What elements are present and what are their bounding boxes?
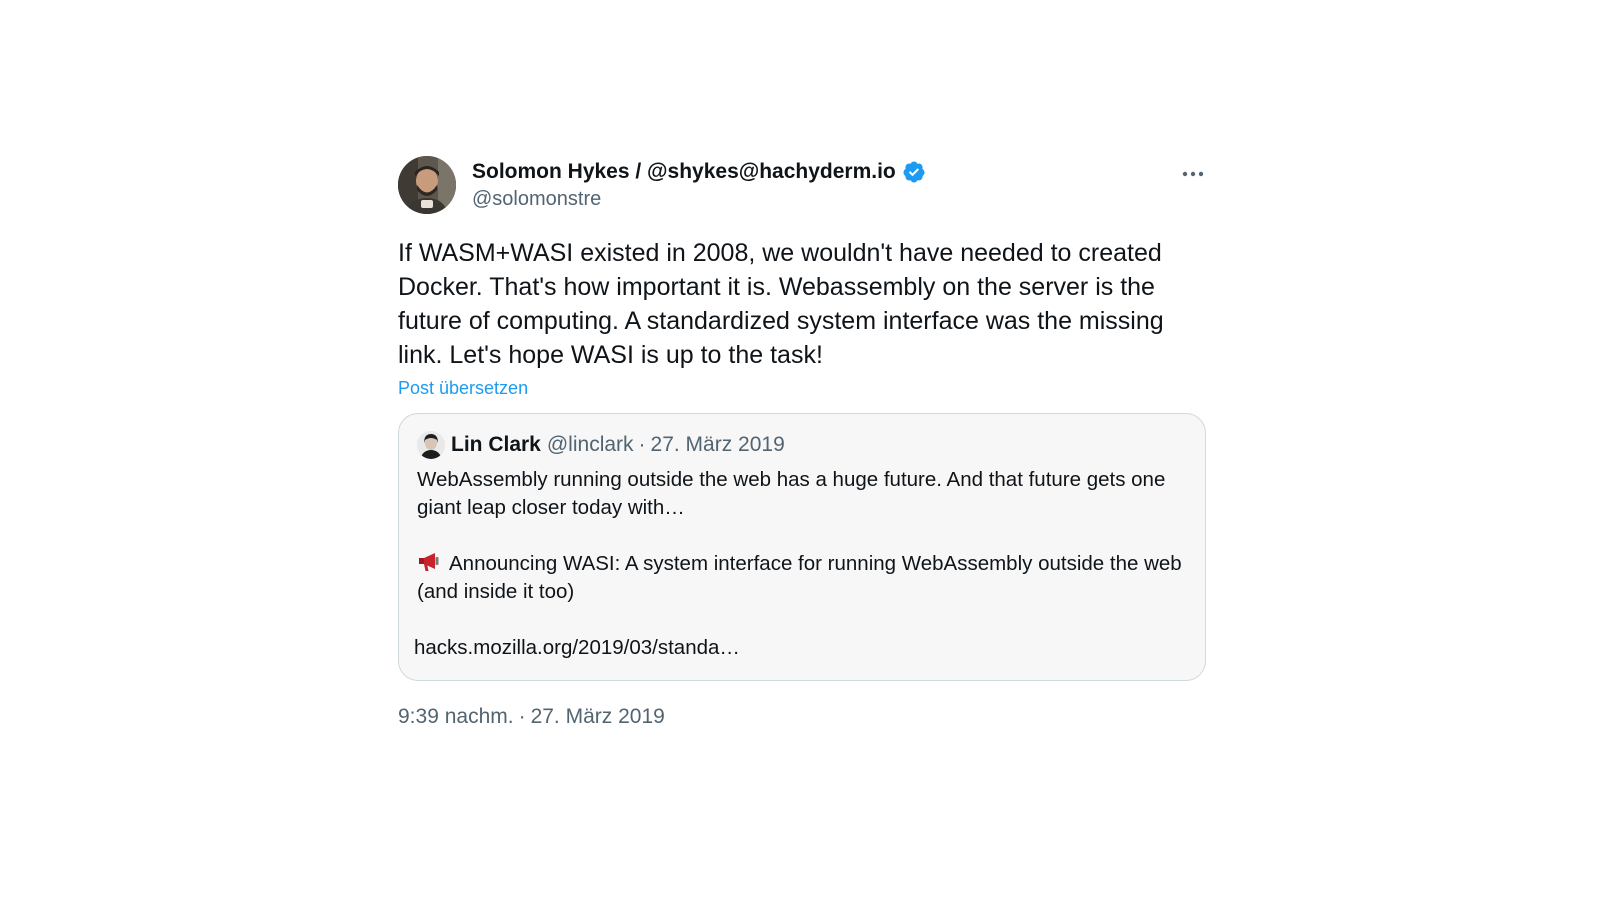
quoted-tweet-header: Lin Clark @linclark · 27. März 2019 xyxy=(417,430,1187,460)
author-display-name[interactable]: Solomon Hykes / @shykes@hachyderm.io xyxy=(472,160,896,184)
tweet-time[interactable]: 9:39 nachm. xyxy=(398,705,514,729)
tweet-header: Solomon Hykes / @shykes@hachyderm.io @so… xyxy=(398,156,1208,216)
quoted-separator: · xyxy=(638,433,646,456)
quoted-avatar-photo-icon xyxy=(417,431,445,459)
quoted-tweet-text: WebAssembly running outside the web has … xyxy=(414,466,1187,662)
megaphone-icon xyxy=(417,551,443,573)
quoted-author-avatar xyxy=(417,431,445,459)
verified-badge-icon[interactable] xyxy=(902,160,926,184)
author-name-row: Solomon Hykes / @shykes@hachyderm.io xyxy=(472,158,926,186)
quoted-paragraph-2-text: Announcing WASI: A system interface for … xyxy=(417,552,1182,603)
translate-post-link[interactable]: Post übersetzen xyxy=(398,378,528,399)
quoted-paragraph-2: Announcing WASI: A system interface for … xyxy=(417,550,1187,606)
tweet-card: Solomon Hykes / @shykes@hachyderm.io @so… xyxy=(398,156,1208,729)
quoted-author-handle: @linclark xyxy=(546,433,634,456)
quoted-date: 27. März 2019 xyxy=(650,433,785,456)
quoted-link[interactable]: hacks.mozilla.org/2019/03/standa… xyxy=(414,634,1187,662)
quoted-paragraph-1: WebAssembly running outside the web has … xyxy=(417,468,1166,519)
author-names: Solomon Hykes / @shykes@hachyderm.io @so… xyxy=(472,158,926,211)
author-handle[interactable]: @solomonstre xyxy=(472,188,926,211)
tweet-date[interactable]: 27. März 2019 xyxy=(531,705,665,729)
tweet-footer: 9:39 nachm. · 27. März 2019 xyxy=(398,705,1208,729)
author-avatar[interactable] xyxy=(398,156,456,214)
tweet-text: If WASM+WASI existed in 2008, we wouldn'… xyxy=(398,239,1164,369)
quoted-tweet[interactable]: Lin Clark @linclark · 27. März 2019 WebA… xyxy=(398,413,1206,681)
more-options-button[interactable] xyxy=(1178,162,1208,186)
footer-separator: · xyxy=(518,705,526,728)
avatar-photo-icon xyxy=(398,156,456,214)
more-horizontal-icon xyxy=(1182,171,1204,177)
quoted-author-name: Lin Clark xyxy=(451,433,541,456)
